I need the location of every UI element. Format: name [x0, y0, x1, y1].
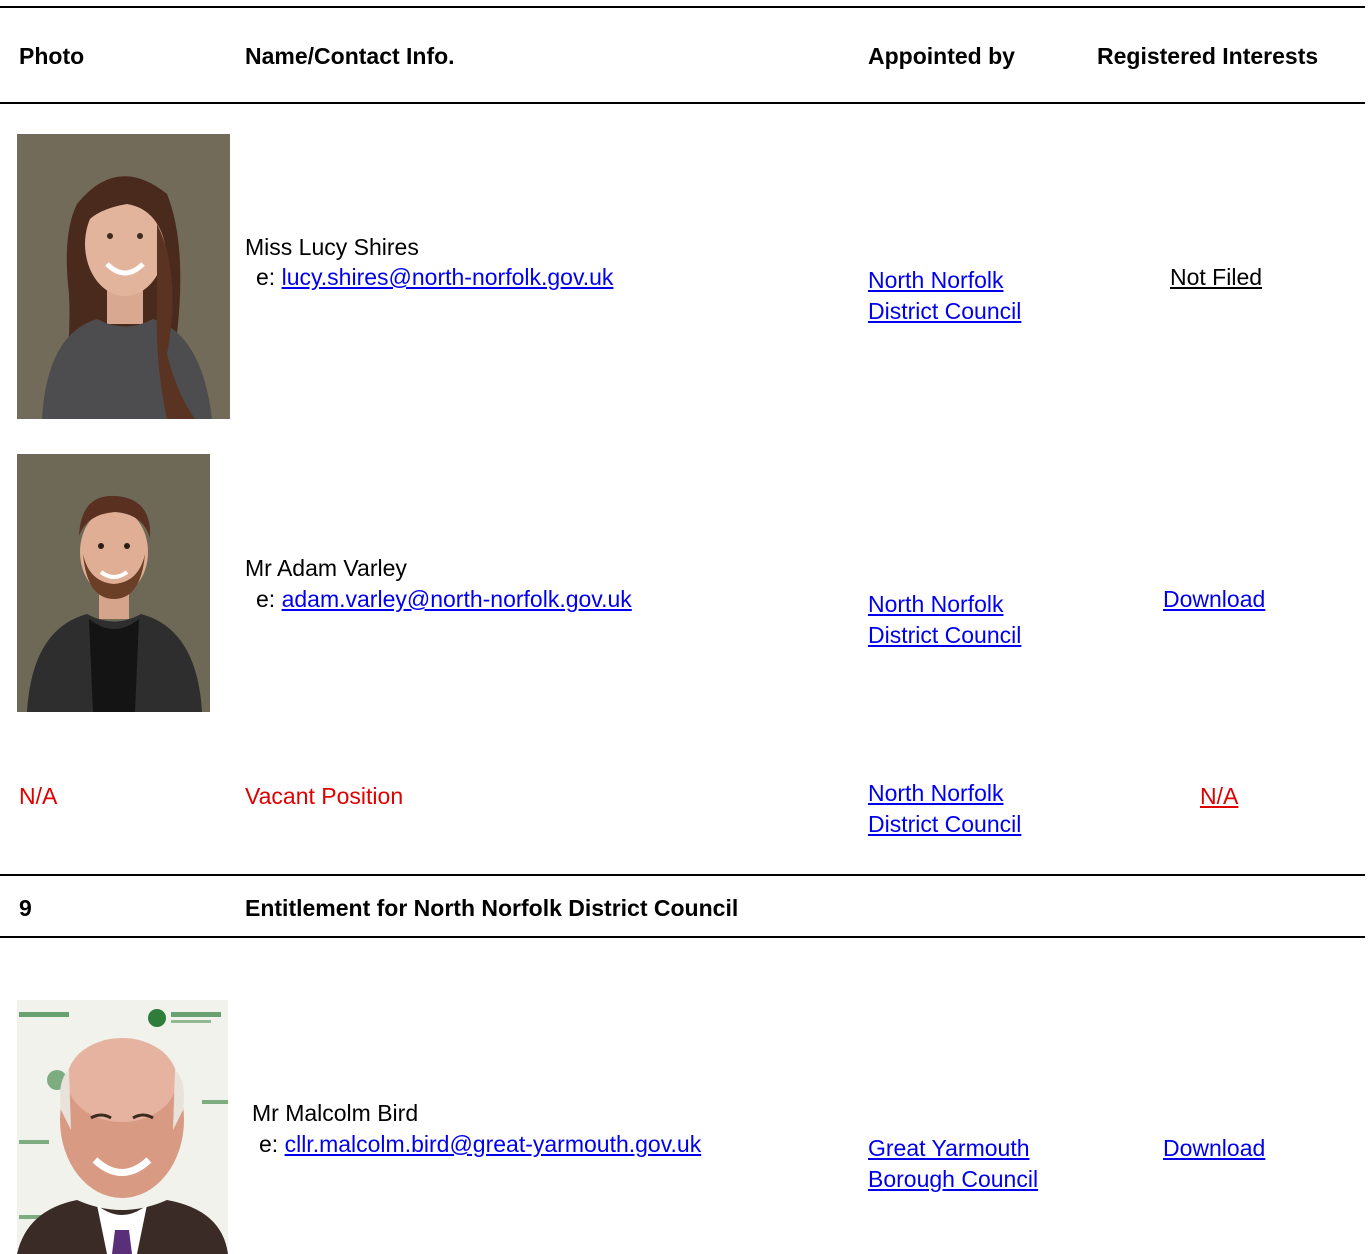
contact-line: e: adam.varley@north-norfolk.gov.uk: [256, 584, 632, 615]
appointed-link-line1[interactable]: Great Yarmouth: [868, 1133, 1030, 1164]
section-rule-top: [0, 874, 1365, 876]
member-photo-lucy: [17, 134, 230, 419]
appointed-link-line1[interactable]: North Norfolk: [868, 265, 1003, 296]
member-name: Mr Adam Varley: [245, 555, 407, 581]
vacant-position: Vacant Position: [245, 783, 404, 809]
member-photo-adam: [17, 454, 210, 712]
interests-na-link[interactable]: N/A: [1200, 781, 1238, 812]
header-rule: [0, 102, 1365, 104]
email-link[interactable]: adam.varley@north-norfolk.gov.uk: [282, 586, 632, 612]
contact-line: e: cllr.malcolm.bird@great-yarmouth.gov.…: [259, 1129, 701, 1160]
section-title: Entitlement for North Norfolk District C…: [245, 895, 739, 921]
email-prefix: e:: [259, 1131, 279, 1157]
appointed-link-line1[interactable]: North Norfolk: [868, 589, 1003, 620]
interests-download-link[interactable]: Download: [1163, 584, 1265, 615]
email-prefix: e:: [256, 586, 276, 612]
email-link[interactable]: cllr.malcolm.bird@great-yarmouth.gov.uk: [285, 1131, 702, 1157]
member-photo-malcolm: [17, 1000, 228, 1254]
member-name: Miss Lucy Shires: [245, 234, 419, 260]
appointed-link-line2[interactable]: District Council: [868, 296, 1021, 327]
contact-line: e: lucy.shires@north-norfolk.gov.uk: [256, 262, 613, 293]
top-rule: [0, 6, 1365, 8]
interests-download-link[interactable]: Download: [1163, 1133, 1265, 1164]
interests-status: Not Filed: [1170, 264, 1263, 290]
member-name: Mr Malcolm Bird: [252, 1100, 419, 1126]
appointed-link-line2[interactable]: District Council: [868, 620, 1021, 651]
email-link[interactable]: lucy.shires@north-norfolk.gov.uk: [282, 264, 614, 290]
header-name: Name/Contact Info.: [245, 43, 455, 69]
section-number: 9: [19, 895, 32, 921]
header-appointed: Appointed by: [868, 43, 1015, 69]
section-rule-bottom: [0, 936, 1365, 938]
appointed-link-line2[interactable]: District Council: [868, 809, 1021, 840]
email-prefix: e:: [256, 264, 276, 290]
appointed-link-line2[interactable]: Borough Council: [868, 1164, 1038, 1195]
header-photo: Photo: [19, 43, 85, 69]
appointed-link-line1[interactable]: North Norfolk: [868, 778, 1003, 809]
header-interests: Registered Interests: [1097, 43, 1319, 69]
photo-na: N/A: [19, 783, 58, 809]
